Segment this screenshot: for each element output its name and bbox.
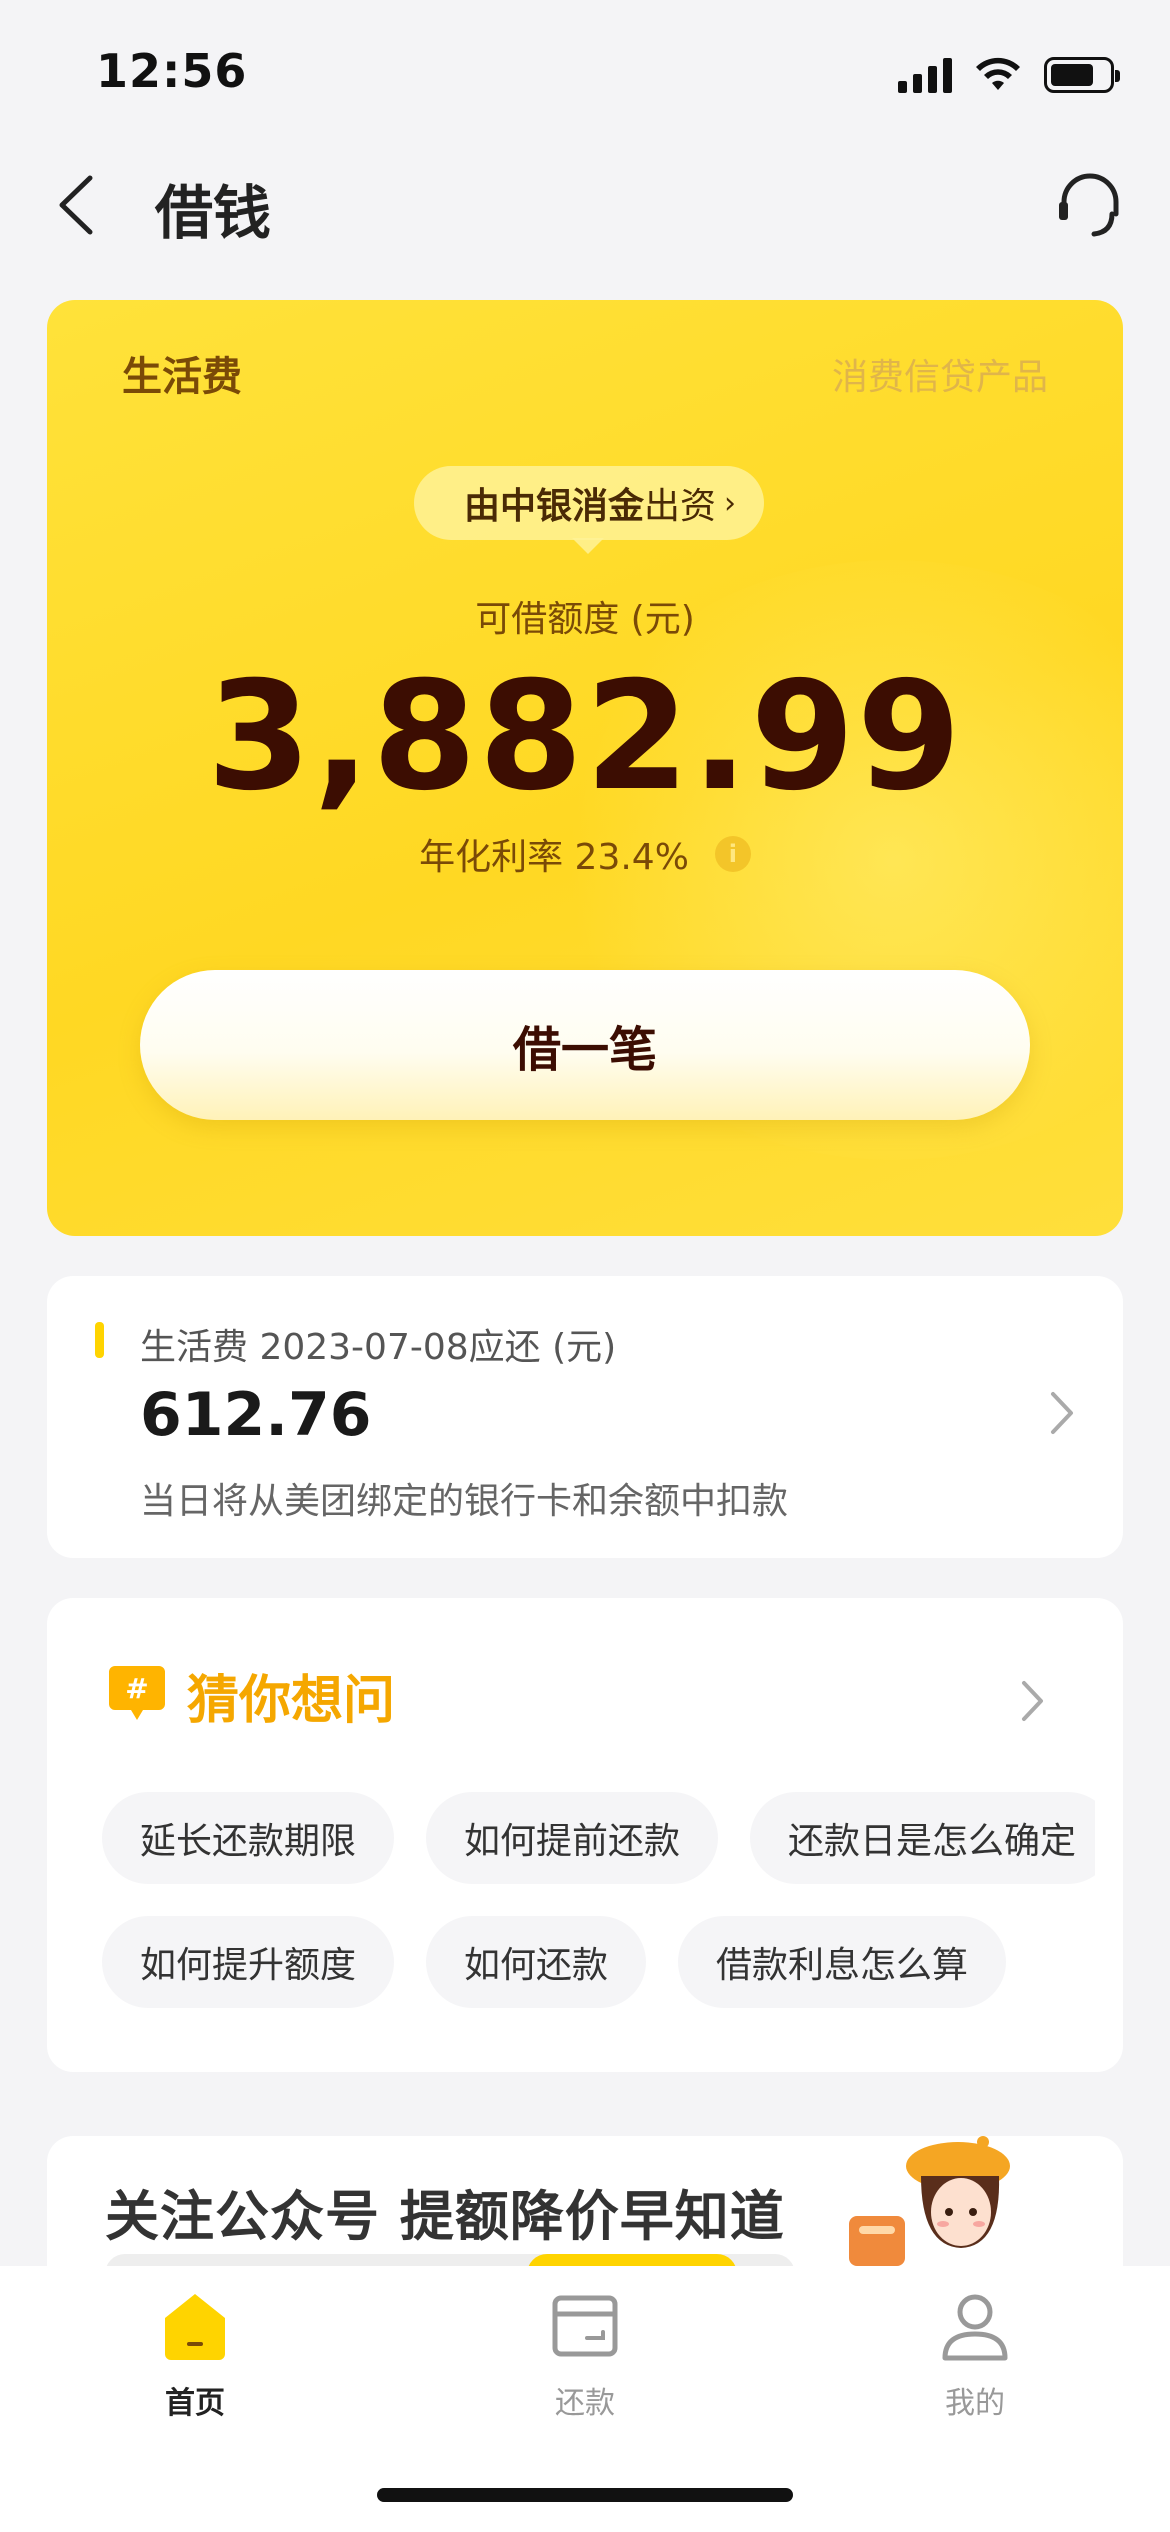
repayment-card[interactable]: 生活费 2023-07-08应还 (元) 612.76 当日将从美团绑定的银行卡…: [47, 1276, 1123, 1558]
tab-label: 我的: [945, 2386, 1005, 2421]
svg-text:#: #: [125, 1672, 148, 1705]
character-illustration: [849, 2136, 1010, 2266]
repayment-amount: 612.76: [140, 1380, 372, 1450]
credit-limit-card: 生活费 消费信贷产品 由中银消金出资 › 可借额度 (元) 3,882.99 年…: [47, 300, 1123, 1236]
funder-label: 由中银消金出资: [464, 486, 717, 527]
limit-amount: 3,882.99: [206, 650, 964, 824]
tab-label: 首页: [165, 2386, 225, 2421]
rate-row: 年化利率 23.4% i: [47, 828, 1123, 880]
faq-chip[interactable]: 如何还款: [426, 1916, 647, 2008]
tab-mine[interactable]: 我的: [875, 2288, 1075, 2438]
wifi-icon: [976, 57, 1020, 90]
faq-title: 猜你想问: [187, 1671, 396, 1731]
funder-pill[interactable]: 由中银消金出资 ›: [414, 466, 765, 554]
status-bar: 12:56: [0, 0, 1170, 150]
product-name: 生活费: [122, 354, 242, 400]
battery-icon: [1044, 57, 1120, 93]
product-type: 消费信贷产品: [831, 357, 1048, 398]
limit-label: 可借额度 (元): [475, 599, 695, 640]
tab-label: 还款: [555, 2386, 615, 2421]
signal-icon: [898, 57, 952, 93]
faq-chip[interactable]: 还款日是怎么确定: [750, 1792, 1095, 1884]
accent-bar: [95, 1322, 104, 1358]
tab-repay[interactable]: 还款: [485, 2288, 685, 2438]
faq-chip[interactable]: 延长还款期限: [102, 1792, 395, 1884]
faq-chip[interactable]: 如何提升额度: [102, 1916, 395, 2008]
chevron-right-icon: ›: [724, 485, 737, 521]
faq-card: # 猜你想问 延长还款期限 如何提前还款 还款日是怎么确定 如何提升额度 如何还…: [47, 1598, 1123, 2072]
home-icon: [165, 2294, 225, 2360]
repayment-title: 生活费 2023-07-08应还 (元): [140, 1327, 617, 1368]
wallet-icon: [552, 2295, 618, 2357]
chevron-right-icon: [1051, 1392, 1073, 1434]
page: 12:56 借钱 生活费 消费信贷产品 由中银消金出资 › 可借额度 (元) 3…: [0, 0, 1170, 2532]
hashtag-icon: #: [109, 1666, 165, 1720]
repayment-note: 当日将从美团绑定的银行卡和余额中扣款: [140, 1481, 789, 1522]
faq-chip-row: 延长还款期限 如何提前还款 还款日是怎么确定: [102, 1792, 1095, 1884]
borrow-button[interactable]: 借一笔: [140, 970, 1030, 1120]
nav-bar: 借钱: [0, 150, 1170, 260]
promo-title: 关注公众号 提额降价早知道: [105, 2185, 785, 2248]
back-icon[interactable]: [50, 170, 110, 240]
annual-rate: 年化利率 23.4%: [419, 837, 689, 878]
home-indicator: [377, 2488, 793, 2502]
status-time: 12:56: [96, 44, 248, 98]
customer-service-icon[interactable]: [1050, 164, 1130, 244]
faq-chip[interactable]: 借款利息怎么算: [678, 1916, 1007, 2008]
chevron-right-icon[interactable]: [1019, 1678, 1047, 1724]
user-icon: [942, 2294, 1008, 2361]
page-title: 借钱: [155, 179, 272, 247]
tab-home[interactable]: 首页: [95, 2288, 295, 2438]
info-icon[interactable]: i: [714, 836, 751, 872]
faq-chip-row: 如何提升额度 如何还款 借款利息怎么算: [102, 1916, 1007, 2008]
faq-chip[interactable]: 如何提前还款: [426, 1792, 719, 1884]
status-icons: [898, 50, 1120, 100]
